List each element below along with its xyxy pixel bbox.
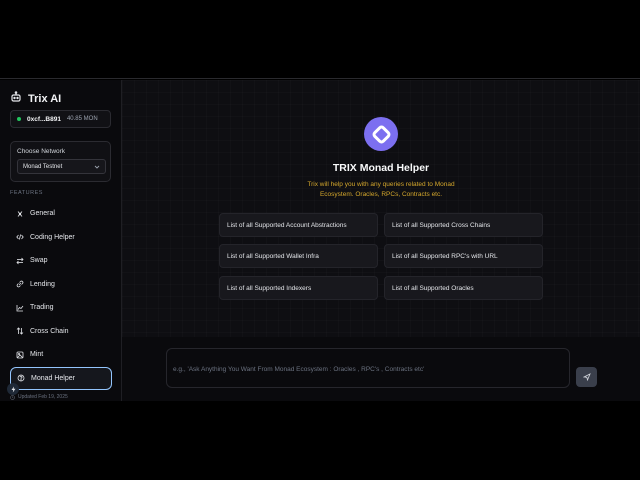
suggestion-card[interactable]: List of all Supported RPC's with URL — [384, 244, 543, 268]
wallet-button[interactable]: 0xcf...B891 40.85 MON — [10, 110, 111, 128]
network-label: Choose Network — [17, 148, 66, 155]
network-select[interactable]: Monad Testnet — [17, 159, 106, 174]
sidebar-item-label: Cross Chain — [30, 327, 69, 335]
arrows-icon — [16, 327, 24, 335]
sidebar-item-lending[interactable]: Lending — [10, 273, 112, 297]
robot-icon — [10, 90, 22, 108]
sidebar-item-coding-helper[interactable]: Coding Helper — [10, 226, 112, 250]
sidebar-item-swap[interactable]: Swap — [10, 249, 112, 273]
features-heading: FEATURES — [10, 190, 43, 196]
page-subtitle: Trix will help you with any queries rela… — [307, 181, 455, 198]
suggestion-card[interactable]: List of all Supported Cross Chains — [384, 213, 543, 237]
lightning-icon — [11, 386, 15, 392]
code-icon — [16, 234, 24, 240]
suggestion-card[interactable]: List of all Supported Wallet Infra — [219, 244, 378, 268]
suggestion-card[interactable]: List of all Supported Oracles — [384, 276, 543, 300]
sidebar-item-general[interactable]: General — [10, 202, 112, 226]
sidebar-item-label: Trading — [30, 304, 54, 312]
brand[interactable]: Trix AI — [10, 90, 61, 108]
sidebar-item-label: Lending — [30, 280, 55, 288]
chat-input-box[interactable] — [166, 348, 570, 388]
network-chooser: Choose Network Monad Testnet — [10, 141, 111, 182]
sidebar-item-label: Swap — [30, 257, 48, 265]
sidebar-item-trading[interactable]: Trading — [10, 296, 112, 320]
feature-nav: General Coding Helper Swap Lending Tradi… — [10, 202, 112, 390]
brand-name: Trix AI — [28, 93, 62, 105]
updated-note: Updated Feb 19, 2025 — [10, 394, 68, 400]
connected-status-dot — [17, 117, 21, 121]
page-title: TRIX Monad Helper — [332, 162, 430, 174]
chart-icon — [16, 304, 24, 312]
bottom-letterbox — [0, 401, 640, 480]
sidebar-item-label: Mint — [30, 351, 44, 359]
send-button[interactable] — [576, 367, 597, 387]
image-icon — [16, 351, 24, 359]
help-circle-icon — [17, 374, 25, 382]
sidebar-item-monad-helper[interactable]: Monad Helper — [10, 366, 112, 390]
quick-action-button[interactable] — [7, 383, 19, 395]
wallet-balance: 40.85 MON — [66, 116, 98, 122]
suggestion-card[interactable]: List of all Supported Account Abstractio… — [219, 213, 378, 237]
network-selected: Monad Testnet — [23, 163, 63, 170]
wallet-address: 0xcf...B891 — [27, 115, 61, 123]
helper-logo-icon — [364, 117, 398, 151]
sidebar: Trix AI 0xcf...B891 40.85 MON Choose Net… — [0, 80, 122, 401]
top-letterbox — [0, 0, 640, 79]
suggestion-card[interactable]: List of all Supported Indexers — [219, 276, 378, 300]
brain-icon — [17, 211, 23, 217]
updated-text: Updated Feb 19, 2025 — [18, 394, 68, 400]
chevron-down-icon — [94, 165, 100, 169]
chat-input[interactable] — [173, 366, 553, 373]
swap-icon — [16, 257, 24, 265]
sidebar-item-label: General — [30, 210, 55, 218]
sidebar-item-mint[interactable]: Mint — [10, 343, 112, 367]
clock-icon — [10, 394, 15, 400]
send-icon — [582, 373, 591, 381]
link-icon — [16, 280, 24, 288]
sidebar-item-label: Monad Helper — [31, 374, 75, 382]
sidebar-item-label: Coding Helper — [30, 233, 75, 241]
sidebar-item-cross-chain[interactable]: Cross Chain — [10, 320, 112, 344]
